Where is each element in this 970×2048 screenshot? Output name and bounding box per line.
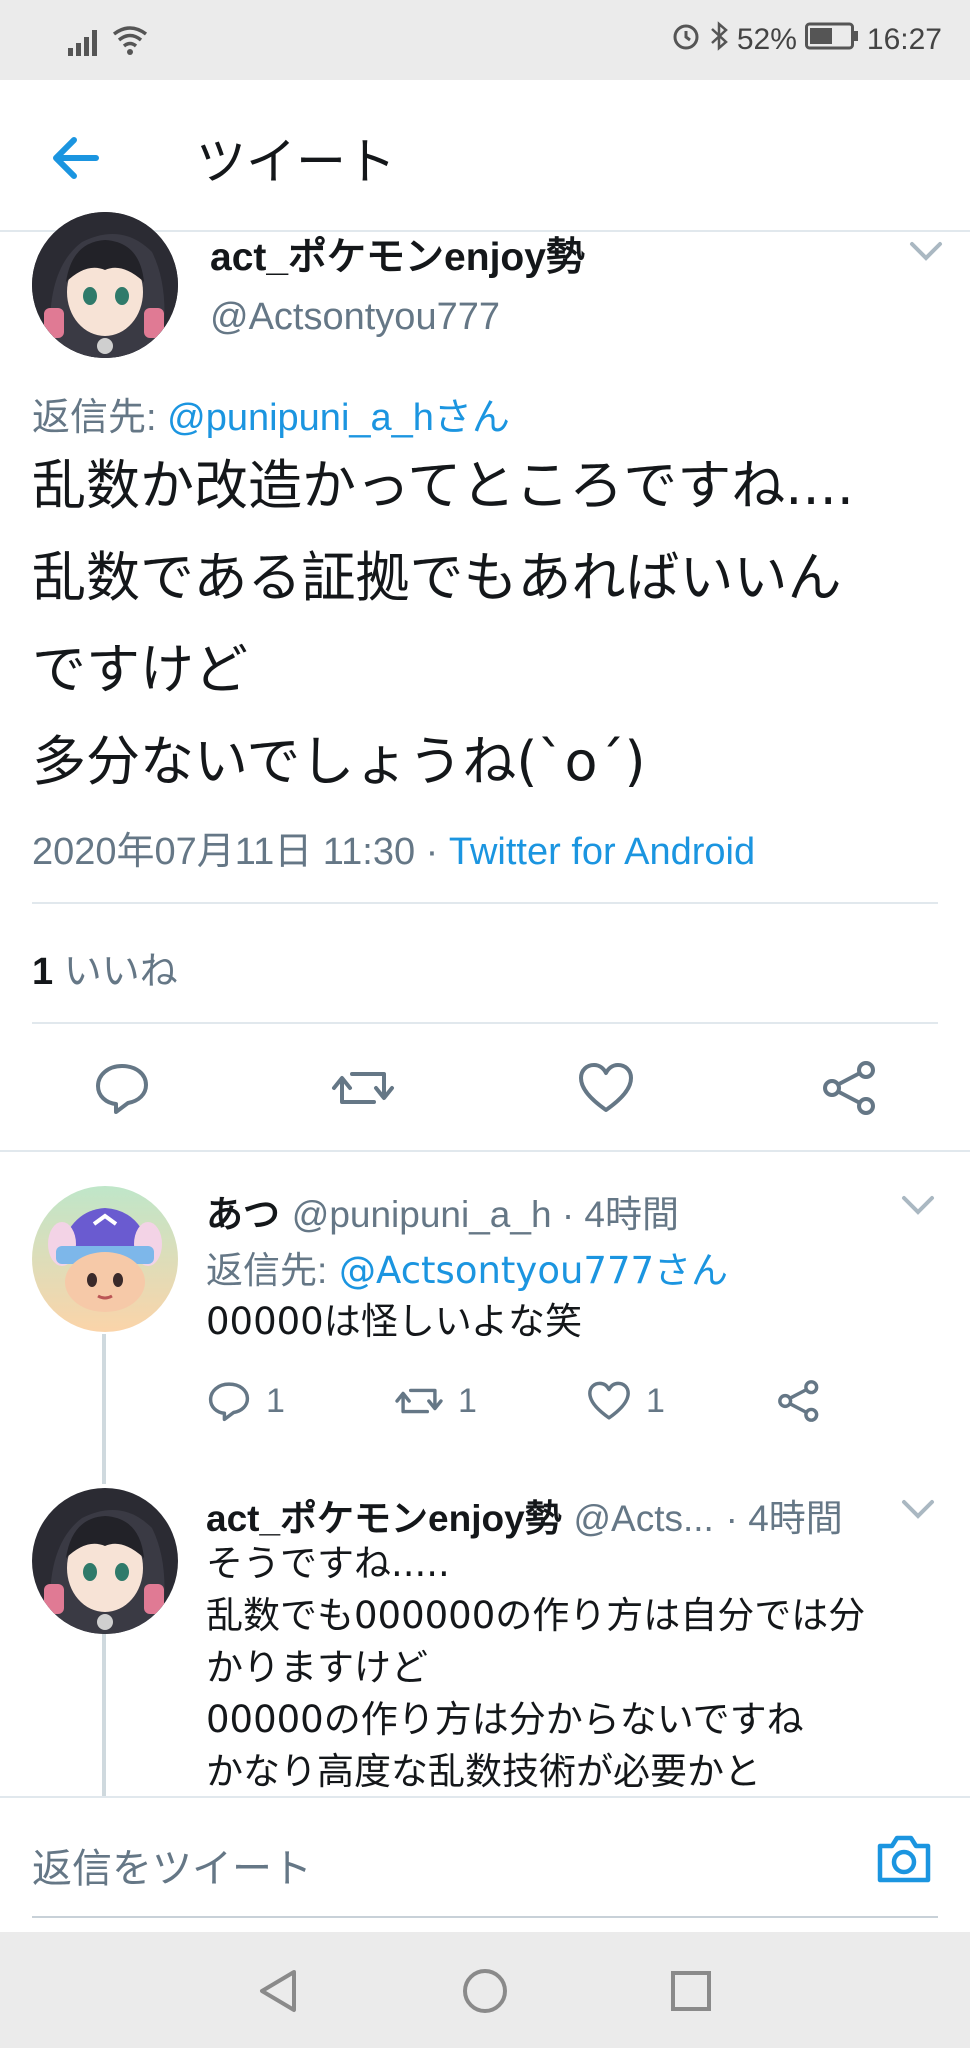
retweet-button[interactable]: [330, 1058, 396, 1122]
reply-input[interactable]: 返信をツイート: [32, 1836, 312, 1894]
arrow-left-icon[interactable]: [44, 126, 108, 190]
battery-percent: 52%: [736, 23, 797, 56]
divider: [32, 1022, 938, 1024]
status-right: 52% 16:27: [671, 20, 942, 60]
reply-action-retweet[interactable]: 1: [394, 1378, 477, 1424]
tweet-source-link[interactable]: Twitter for Android: [449, 831, 755, 873]
chevron-down-icon[interactable]: [904, 236, 948, 266]
camera-icon[interactable]: [874, 1832, 934, 1890]
tweet-author-handle[interactable]: @Actsontyou777: [210, 296, 500, 339]
tweet-line: 乱数である証拠でもあればいいん: [32, 546, 842, 609]
reply-header: あつ @punipuni_a_h · 4時間: [206, 1184, 679, 1238]
reply-button[interactable]: [92, 1058, 152, 1122]
reply-prefix: 返信先:: [32, 397, 157, 439]
tweet-meta: 2020年07月11日 11:30 · Twitter for Android: [32, 820, 755, 875]
reply-action-like[interactable]: 1: [586, 1378, 665, 1424]
alarm-icon: [671, 21, 701, 59]
speech-bubble-icon: [208, 1382, 250, 1422]
reply-author-name[interactable]: あつ: [206, 1194, 280, 1235]
reply-line: そうですね.....: [206, 1542, 450, 1585]
share-icon: [823, 1061, 875, 1115]
nav-back-icon[interactable]: [256, 1968, 300, 2018]
tweet-line: ですけど: [32, 638, 248, 701]
reply-line: 00000は怪しいよな笑: [206, 1300, 582, 1343]
tweet-text: 乱数か改造かってところですね.... 乱数である証拠でもあればいいん ですけど …: [32, 440, 952, 808]
like-count: 1: [646, 1381, 665, 1420]
like-button[interactable]: [576, 1058, 636, 1122]
reply-input-underline: [32, 1916, 938, 1918]
likes-summary[interactable]: 1 いいね: [32, 940, 178, 995]
tweet-line: 多分ないでしょうね(`o´): [32, 730, 646, 793]
tweet-line: 乱数か改造かってところですね....: [32, 454, 854, 517]
status-bar: 52% 16:27: [0, 0, 970, 80]
share-icon: [778, 1380, 819, 1422]
retweet-icon: [395, 1388, 443, 1414]
reply-author-handle[interactable]: @punipuni_a_h · 4時間: [292, 1194, 679, 1235]
thread-line: [102, 1334, 106, 1484]
retweet-count: 1: [458, 1381, 477, 1420]
page-title: ツイート: [196, 133, 396, 191]
reply-count: 1: [266, 1381, 285, 1420]
heart-icon: [579, 1063, 633, 1112]
reply-text: 00000は怪しいよな笑: [206, 1296, 582, 1348]
nav-home-icon[interactable]: [462, 1968, 508, 2018]
tweet-author-name[interactable]: act_ポケモンenjoy勢: [210, 226, 585, 282]
chevron-down-icon[interactable]: [896, 1494, 940, 1524]
tweet-timestamp: 2020年07月11日 11:30 ·: [32, 831, 439, 873]
reply-line: 00000の作り方は分からないですね: [206, 1698, 804, 1741]
reply-to-line: 返信先: @punipuni_a_hさん: [32, 386, 510, 441]
reply-text: そうですね..... 乱数でも000000の作り方は自分では分 かりますけど 0…: [206, 1538, 936, 1798]
reply-action-share[interactable]: [776, 1378, 822, 1424]
reply-header: act_ポケモンenjoy勢 @Acts... · 4時間: [206, 1488, 843, 1542]
likes-label: いいね: [63, 951, 178, 993]
likes-count: 1: [32, 951, 54, 993]
retweet-icon: [332, 1072, 394, 1104]
wifi-icon: [112, 24, 148, 60]
signal-icon: [68, 28, 102, 60]
share-button[interactable]: [820, 1058, 880, 1122]
reply-line: かりますけど: [206, 1646, 428, 1689]
reply-line: かなり高度な乱数技術が必要かと: [206, 1750, 761, 1793]
reply-composer-bar: 返信をツイート: [0, 1796, 970, 1932]
reply-to-link[interactable]: @Actsontyou777さん: [339, 1249, 728, 1292]
speech-bubble-icon: [96, 1064, 148, 1114]
avatar[interactable]: [32, 212, 178, 358]
nav-recents-icon[interactable]: [670, 1970, 712, 2016]
reply-to-line: 返信先: @Actsontyou777さん: [206, 1240, 728, 1294]
system-nav-bar: [0, 1932, 970, 2048]
divider: [0, 1150, 970, 1152]
battery-icon: [804, 22, 859, 58]
reply-author-name[interactable]: act_ポケモンenjoy勢: [206, 1498, 562, 1539]
clock: 16:27: [866, 23, 942, 56]
reply-prefix: 返信先:: [206, 1250, 328, 1291]
chevron-down-icon[interactable]: [896, 1190, 940, 1220]
divider: [32, 902, 938, 904]
bluetooth-icon: [709, 20, 729, 60]
reply-action-reply[interactable]: 1: [206, 1378, 285, 1424]
reply-time: · 4時間: [725, 1498, 843, 1539]
heart-icon: [588, 1381, 630, 1420]
reply-line: 乱数でも000000の作り方は自分では分: [206, 1594, 866, 1637]
avatar[interactable]: [32, 1186, 178, 1332]
reply-author-handle[interactable]: @Acts...: [573, 1498, 713, 1539]
header: ツイート: [0, 80, 970, 232]
reply-to-link[interactable]: @punipuni_a_hさん: [167, 397, 510, 439]
avatar[interactable]: [32, 1488, 178, 1634]
